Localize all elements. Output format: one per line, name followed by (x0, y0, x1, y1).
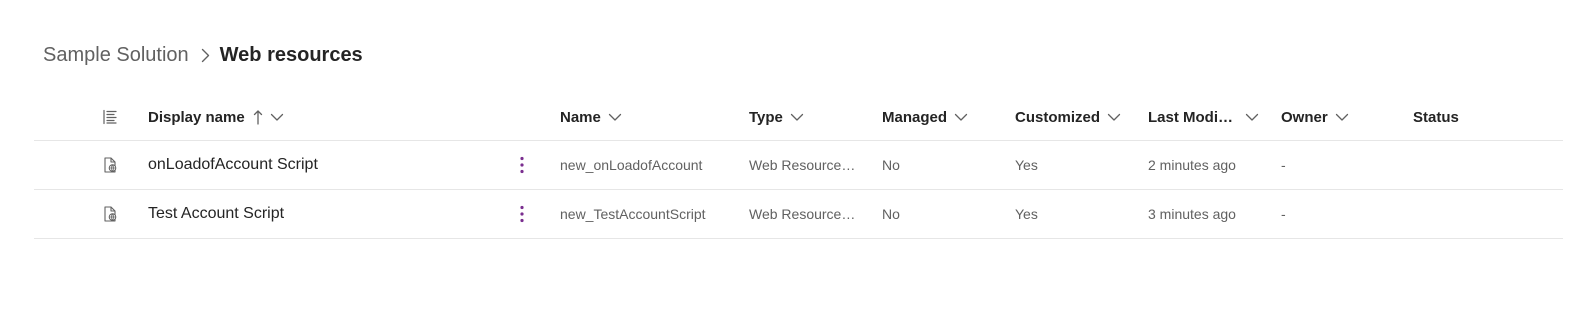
chevron-right-icon (201, 48, 210, 63)
page: Sample Solution Web resources Display na… (0, 0, 1594, 313)
chevron-down-icon (608, 113, 622, 122)
column-header-label: Customized (1015, 108, 1101, 126)
name-cell: new_onLoadofAccount (560, 157, 703, 173)
table-row[interactable]: onLoadofAccount Script new_onLoadofAccou… (34, 141, 1563, 190)
display-name-cell: Test Account Script (148, 190, 508, 238)
page-title: Web resources (219, 44, 363, 66)
name-cell: new_TestAccountScript (560, 206, 706, 222)
customized-cell: Yes (1015, 206, 1038, 222)
column-header-label: Owner (1281, 108, 1328, 126)
type-cell: Web Resource (J... (749, 141, 869, 189)
column-header-label: Type (749, 108, 783, 126)
column-options-button[interactable] (98, 94, 122, 140)
arrow-up-icon (253, 109, 263, 125)
more-vertical-icon (520, 156, 524, 174)
display-name-link[interactable]: onLoadofAccount Script (148, 156, 318, 174)
owner-cell: - (1281, 206, 1286, 222)
web-resources-grid: Display name Name Type Managed Customize… (34, 94, 1563, 239)
last-modified-cell: 2 minutes ago (1148, 157, 1236, 173)
column-header-owner[interactable]: Owner (1281, 94, 1401, 140)
last-modified-cell: 3 minutes ago (1148, 206, 1236, 222)
column-header-managed[interactable]: Managed (882, 94, 1002, 140)
type-text: Web Resource (J... (749, 157, 857, 173)
column-header-label: Last Modif... (1148, 108, 1233, 126)
chevron-down-icon (270, 113, 284, 122)
row-type-cell (98, 141, 122, 189)
breadcrumb: Sample Solution Web resources (43, 42, 363, 68)
column-header-last-modified[interactable]: Last Modif... (1148, 94, 1273, 140)
more-vertical-icon (520, 205, 524, 223)
column-header-name[interactable]: Name (560, 94, 740, 140)
chevron-down-icon (954, 113, 968, 122)
type-cell: Web Resource (J... (749, 190, 869, 238)
breadcrumb-parent-link[interactable]: Sample Solution (43, 42, 189, 68)
web-resource-file-icon (103, 157, 117, 173)
web-resource-file-icon (103, 206, 117, 222)
column-header-label: Managed (882, 108, 948, 126)
display-name-cell: onLoadofAccount Script (148, 141, 508, 189)
column-header-status[interactable]: Status (1413, 94, 1533, 140)
type-text: Web Resource (J... (749, 206, 857, 222)
column-header-display-name[interactable]: Display name (148, 94, 508, 140)
column-header-label: Name (560, 108, 601, 126)
row-more-button[interactable] (508, 190, 536, 238)
owner-cell: - (1281, 157, 1286, 173)
row-type-cell (98, 190, 122, 238)
display-name-link[interactable]: Test Account Script (148, 205, 284, 223)
list-icon (102, 109, 118, 125)
status-cell (1413, 190, 1533, 238)
status-cell (1413, 141, 1533, 189)
managed-cell: No (882, 206, 900, 222)
chevron-down-icon (1335, 113, 1349, 122)
column-header-label: Display name (148, 108, 245, 126)
chevron-down-icon (1107, 113, 1121, 122)
managed-cell: No (882, 157, 900, 173)
chevron-down-icon (1245, 113, 1259, 122)
column-header-label: Status (1413, 108, 1459, 126)
column-header-type[interactable]: Type (749, 94, 869, 140)
chevron-down-icon (790, 113, 804, 122)
table-row[interactable]: Test Account Script new_TestAccountScrip… (34, 190, 1563, 239)
grid-header-row: Display name Name Type Managed Customize… (34, 94, 1563, 141)
column-header-customized[interactable]: Customized (1015, 94, 1135, 140)
customized-cell: Yes (1015, 157, 1038, 173)
row-more-button[interactable] (508, 141, 536, 189)
